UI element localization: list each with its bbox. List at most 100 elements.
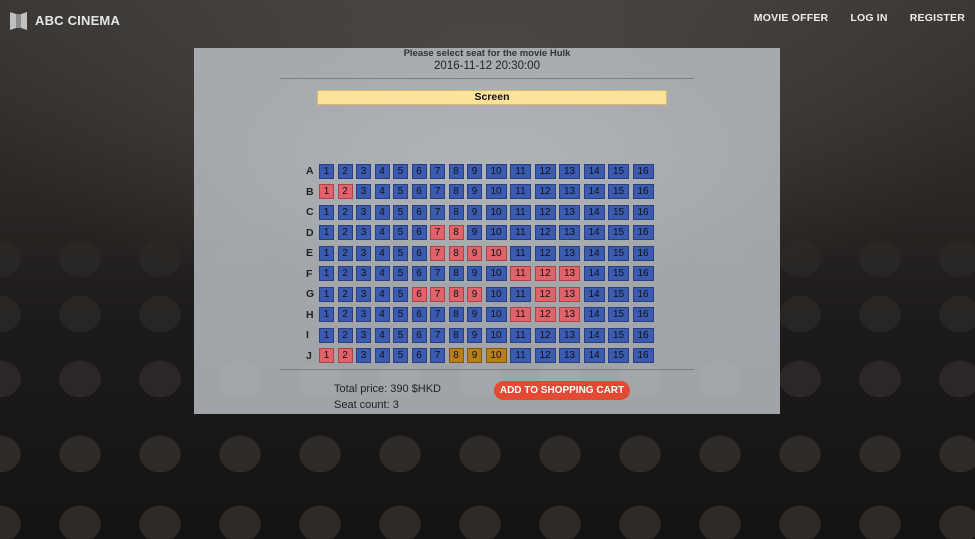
seat-F10[interactable]: 10	[485, 266, 507, 282]
seat-G5[interactable]: 5	[393, 286, 408, 302]
seat-H9[interactable]: 9	[467, 307, 482, 323]
seat-B12[interactable]: 12	[534, 184, 556, 200]
seat-C6[interactable]: 6	[411, 204, 427, 220]
seat-C10[interactable]: 10	[485, 204, 507, 220]
seat-J2[interactable]: 2	[337, 348, 353, 364]
seat-E16[interactable]: 16	[632, 245, 654, 261]
seat-H2[interactable]: 2	[337, 307, 353, 323]
seat-C8[interactable]: 8	[448, 204, 464, 220]
seat-I14[interactable]: 14	[583, 327, 605, 343]
seat-G13[interactable]: 13	[559, 286, 580, 302]
seat-H15[interactable]: 15	[608, 307, 629, 323]
seat-E8[interactable]: 8	[448, 245, 464, 261]
seat-A6[interactable]: 6	[411, 163, 427, 179]
seat-E1[interactable]: 1	[319, 245, 334, 261]
seat-H13[interactable]: 13	[559, 307, 580, 323]
seat-B13[interactable]: 13	[559, 184, 580, 200]
seat-C14[interactable]: 14	[583, 204, 605, 220]
seat-E5[interactable]: 5	[393, 245, 408, 261]
seat-F12[interactable]: 12	[534, 266, 556, 282]
seat-A3[interactable]: 3	[356, 163, 371, 179]
seat-D8[interactable]: 8	[448, 225, 464, 241]
seat-J5[interactable]: 5	[393, 348, 408, 364]
seat-F7[interactable]: 7	[430, 266, 445, 282]
seat-A9[interactable]: 9	[467, 163, 482, 179]
seat-C4[interactable]: 4	[374, 204, 390, 220]
seat-C15[interactable]: 15	[608, 204, 629, 220]
seat-B8[interactable]: 8	[448, 184, 464, 200]
seat-H1[interactable]: 1	[319, 307, 334, 323]
seat-I3[interactable]: 3	[356, 327, 371, 343]
seat-J13[interactable]: 13	[559, 348, 580, 364]
seat-I11[interactable]: 11	[510, 327, 531, 343]
seat-F16[interactable]: 16	[632, 266, 654, 282]
seat-J10[interactable]: 10	[485, 348, 507, 364]
seat-I12[interactable]: 12	[534, 327, 556, 343]
seat-B7[interactable]: 7	[430, 184, 445, 200]
seat-E2[interactable]: 2	[337, 245, 353, 261]
seat-A7[interactable]: 7	[430, 163, 445, 179]
seat-A1[interactable]: 1	[319, 163, 334, 179]
seat-D4[interactable]: 4	[374, 225, 390, 241]
seat-H14[interactable]: 14	[583, 307, 605, 323]
seat-E3[interactable]: 3	[356, 245, 371, 261]
seat-I9[interactable]: 9	[467, 327, 482, 343]
seat-E11[interactable]: 11	[510, 245, 531, 261]
seat-H4[interactable]: 4	[374, 307, 390, 323]
seat-B11[interactable]: 11	[510, 184, 531, 200]
seat-E13[interactable]: 13	[559, 245, 580, 261]
seat-D6[interactable]: 6	[411, 225, 427, 241]
seat-C7[interactable]: 7	[430, 204, 445, 220]
seat-A2[interactable]: 2	[337, 163, 353, 179]
seat-H5[interactable]: 5	[393, 307, 408, 323]
seat-G15[interactable]: 15	[608, 286, 629, 302]
seat-E15[interactable]: 15	[608, 245, 629, 261]
seat-F14[interactable]: 14	[583, 266, 605, 282]
seat-I5[interactable]: 5	[393, 327, 408, 343]
seat-I10[interactable]: 10	[485, 327, 507, 343]
seat-E9[interactable]: 9	[467, 245, 482, 261]
seat-E14[interactable]: 14	[583, 245, 605, 261]
seat-D16[interactable]: 16	[632, 225, 654, 241]
seat-I2[interactable]: 2	[337, 327, 353, 343]
seat-B10[interactable]: 10	[485, 184, 507, 200]
seat-J1[interactable]: 1	[319, 348, 334, 364]
seat-D12[interactable]: 12	[534, 225, 556, 241]
seat-J11[interactable]: 11	[510, 348, 531, 364]
seat-C3[interactable]: 3	[356, 204, 371, 220]
seat-E6[interactable]: 6	[411, 245, 427, 261]
seat-H7[interactable]: 7	[430, 307, 445, 323]
seat-A8[interactable]: 8	[448, 163, 464, 179]
seat-J7[interactable]: 7	[430, 348, 445, 364]
seat-J3[interactable]: 3	[356, 348, 371, 364]
seat-C11[interactable]: 11	[510, 204, 531, 220]
seat-C1[interactable]: 1	[319, 204, 334, 220]
seat-G2[interactable]: 2	[337, 286, 353, 302]
seat-B3[interactable]: 3	[356, 184, 371, 200]
seat-I7[interactable]: 7	[430, 327, 445, 343]
seat-I8[interactable]: 8	[448, 327, 464, 343]
seat-E4[interactable]: 4	[374, 245, 390, 261]
seat-G9[interactable]: 9	[467, 286, 482, 302]
seat-C12[interactable]: 12	[534, 204, 556, 220]
seat-G8[interactable]: 8	[448, 286, 464, 302]
seat-I16[interactable]: 16	[632, 327, 654, 343]
seat-D15[interactable]: 15	[608, 225, 629, 241]
seat-C2[interactable]: 2	[337, 204, 353, 220]
seat-A13[interactable]: 13	[559, 163, 580, 179]
seat-G14[interactable]: 14	[583, 286, 605, 302]
seat-B6[interactable]: 6	[411, 184, 427, 200]
seat-F4[interactable]: 4	[374, 266, 390, 282]
seat-A16[interactable]: 16	[632, 163, 654, 179]
seat-F1[interactable]: 1	[319, 266, 334, 282]
seat-B5[interactable]: 5	[393, 184, 408, 200]
seat-G10[interactable]: 10	[485, 286, 507, 302]
seat-B16[interactable]: 16	[632, 184, 654, 200]
seat-F13[interactable]: 13	[559, 266, 580, 282]
seat-D1[interactable]: 1	[319, 225, 334, 241]
seat-J16[interactable]: 16	[632, 348, 654, 364]
seat-B15[interactable]: 15	[608, 184, 629, 200]
nav-movie-offer[interactable]: MOVIE OFFER	[754, 12, 829, 24]
seat-G7[interactable]: 7	[430, 286, 445, 302]
seat-C13[interactable]: 13	[559, 204, 580, 220]
